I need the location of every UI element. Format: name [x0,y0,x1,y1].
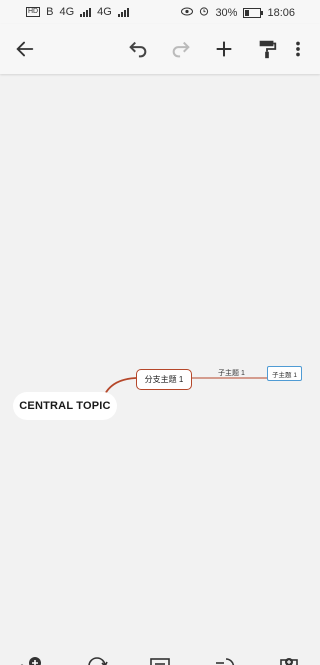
battery-icon [243,7,264,18]
alarm-icon [199,6,209,19]
undo-icon [129,41,147,58]
more-button[interactable] [289,36,307,62]
topic-settings-button[interactable] [277,654,303,665]
signal-icon-2 [117,7,129,17]
relationship-icon [88,657,108,665]
add-subtopic-icon [20,657,41,665]
branch-topic[interactable]: 分支主题 1 [136,369,192,390]
undo-button[interactable] [125,36,151,62]
hd-badge: HD [26,7,41,17]
signal-icon [80,7,92,17]
top-toolbar [0,24,320,74]
status-right: 30% 18:06 [181,6,295,19]
status-bar: HD B 4G 4G 30% 18:06 [0,0,320,24]
relationship-button[interactable] [85,654,111,665]
bottom-toolbar [0,648,320,665]
battery-percent: 30% [215,6,238,19]
mindmap-canvas[interactable]: CENTRAL TOPIC 分支主题 1 子主题 1 子主题 1 [0,75,320,635]
note-icon [150,658,170,665]
add-button[interactable] [211,36,237,62]
network-label: B [46,6,54,18]
boundary-button[interactable] [212,654,238,665]
status-left: HD B 4G 4G [26,6,129,18]
network-type-1: 4G [59,6,75,18]
more-icon [296,41,300,57]
topic-settings-icon [280,658,298,665]
subtopic-label[interactable]: 子主题 1 [218,368,245,378]
boundary-icon [216,658,235,665]
back-button[interactable] [12,36,38,62]
clock: 18:06 [267,6,295,19]
note-button[interactable] [148,654,174,665]
connector-lines [103,377,267,397]
format-painter-icon [259,40,277,59]
central-topic[interactable]: CENTRAL TOPIC [13,392,117,420]
redo-button[interactable] [168,36,194,62]
back-arrow-icon [16,41,34,57]
subtopic-selected[interactable]: 子主题 1 [267,366,302,381]
add-icon [216,41,232,57]
eye-comfort-icon [181,7,194,19]
network-type-2: 4G [97,6,112,18]
add-subtopic-button[interactable] [20,654,46,665]
format-painter-button[interactable] [254,36,280,62]
redo-icon [172,41,190,58]
